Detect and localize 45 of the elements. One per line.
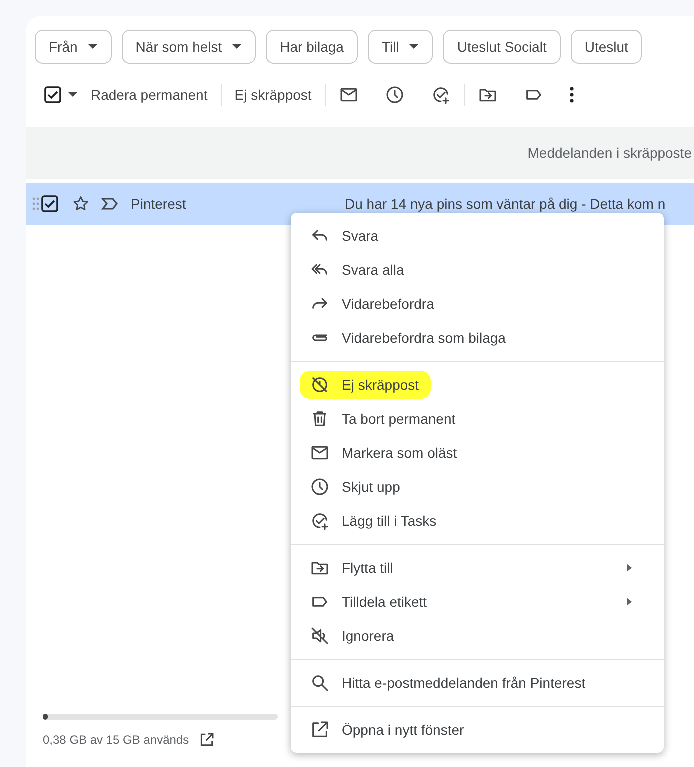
clock-icon [310, 477, 330, 497]
menu-item[interactable]: Ej skräppost [300, 371, 432, 399]
sender-name: Pinterest [131, 194, 188, 214]
menu-item[interactable]: Flytta till [300, 554, 406, 582]
more-icon[interactable] [570, 87, 574, 103]
star-icon[interactable] [72, 195, 90, 213]
check-plus-icon[interactable] [430, 85, 451, 105]
clock-icon[interactable] [384, 85, 405, 105]
storage-usage-text: 0,38 GB av 15 GB används [43, 732, 190, 749]
menu-item[interactable]: Ignorera [300, 622, 406, 650]
menu-item[interactable]: Svara alla [300, 256, 416, 284]
menu-item[interactable]: Ta bort permanent [300, 405, 468, 433]
muted-speaker-icon [310, 626, 330, 646]
menu-item[interactable]: Svara [300, 222, 391, 250]
filter-chip[interactable]: När som helst [122, 30, 256, 64]
check-plus-icon [310, 511, 330, 531]
menu-item[interactable]: Vidarebefordra [300, 290, 446, 318]
filter-chip[interactable]: Uteslut Socialt [443, 30, 561, 64]
external-link-icon[interactable] [199, 732, 216, 748]
menu-item[interactable]: Öppna i nytt fönster [300, 716, 476, 744]
toolbar-action[interactable]: Ej skräppost [222, 84, 324, 106]
importance-marker-icon[interactable] [101, 197, 119, 211]
crossed-out-icon [310, 375, 330, 395]
filter-chip[interactable]: Till [368, 30, 434, 64]
menu-item[interactable]: Vidarebefordra som bilaga [300, 324, 518, 352]
menu-item[interactable]: Skjut upp [300, 473, 412, 501]
caret-icon [232, 44, 242, 50]
menu-item[interactable]: Hitta e-postmeddelanden från Pinterest [300, 669, 598, 697]
menu-item[interactable]: Tilldela etikett [300, 588, 440, 616]
checkbox[interactable] [44, 86, 62, 104]
spam-notice: Meddelanden i skräpposte [528, 144, 692, 163]
menu-item[interactable]: Lägg till i Tasks [300, 507, 449, 535]
filter-chip[interactable]: Från [35, 30, 112, 64]
checkbox[interactable] [41, 195, 59, 213]
drag-handle-icon[interactable] [32, 197, 40, 211]
toolbar-action[interactable]: Radera permanent [79, 84, 220, 106]
menu-item[interactable]: Markera som oläst [300, 439, 470, 467]
filter-chip[interactable]: Uteslut [570, 30, 642, 64]
filter-chip[interactable]: Har bilaga [266, 30, 358, 64]
open-in-new-icon [310, 720, 330, 740]
message-snippet: Du har 14 nya pins som väntar på dig - Detta kom n [345, 194, 666, 214]
search-icon [310, 673, 330, 693]
caret-icon [68, 92, 78, 98]
caret-icon [409, 44, 420, 50]
caret-icon [88, 44, 98, 50]
